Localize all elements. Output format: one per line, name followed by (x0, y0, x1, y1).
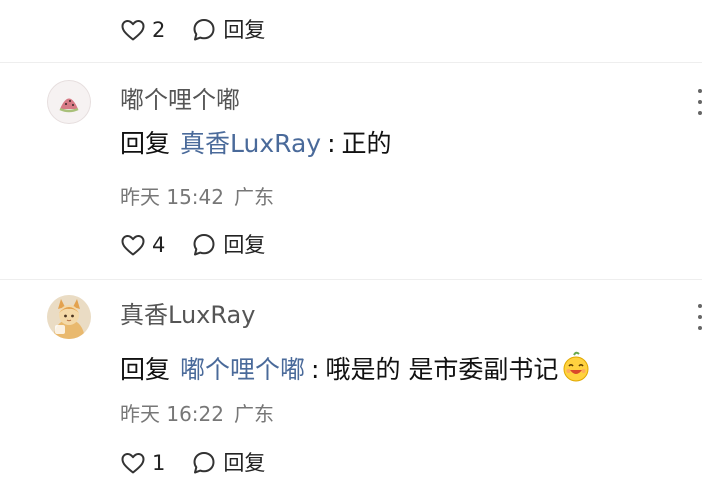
comment-actions: 4 回复 (120, 229, 265, 261)
divider (0, 62, 702, 63)
avatar[interactable] (47, 80, 91, 124)
speech-bubble-icon (191, 232, 217, 258)
reply-button[interactable]: 回复 (191, 450, 265, 476)
more-vertical-icon[interactable] (688, 89, 702, 115)
heart-icon (120, 233, 146, 257)
comment-body: 正的 (341, 129, 392, 158)
separator: : (327, 129, 336, 158)
comment-meta: 昨天 16:22 广东 (120, 404, 274, 424)
divider (0, 279, 702, 280)
comment-actions: 1 回复 (120, 447, 265, 479)
reply-button[interactable]: 回复 (191, 232, 265, 258)
avatar[interactable] (47, 295, 91, 339)
comment-location: 广东 (234, 402, 274, 426)
reply-prefix: 回复 (120, 129, 171, 158)
speech-bubble-icon (191, 17, 217, 43)
reply-label: 回复 (223, 232, 266, 257)
reply-target-user[interactable]: 嘟个哩个嘟 (180, 357, 305, 382)
comment-text: 回复 嘟个哩个嘟 : 哦是的 是市委副书记 (120, 351, 592, 387)
username[interactable]: 嘟个哩个嘟 (120, 88, 240, 112)
comment-meta: 昨天 15:42 广东 (120, 187, 274, 207)
laughing-emoji-icon (560, 351, 592, 387)
like-count: 2 (152, 17, 166, 42)
comment-time: 昨天 16:22 (120, 402, 224, 426)
comment-actions: 2 回复 (120, 14, 265, 46)
reply-prefix: 回复 (120, 354, 171, 384)
comment-body: 哦是的 是市委副书记 (325, 354, 559, 384)
username[interactable]: 真香LuxRay (120, 303, 255, 327)
like-button[interactable]: 1 (120, 451, 165, 475)
reply-target-user[interactable]: 真香LuxRay (180, 131, 321, 156)
reply-label: 回复 (223, 17, 266, 42)
reply-label: 回复 (223, 450, 266, 475)
comment-text: 回复 真香LuxRay : 正的 (120, 131, 392, 156)
comment-time: 昨天 15:42 (120, 185, 224, 209)
heart-icon (120, 18, 146, 42)
heart-icon (120, 451, 146, 475)
like-count: 4 (152, 232, 166, 257)
like-button[interactable]: 2 (120, 18, 165, 42)
comment-location: 广东 (234, 185, 274, 209)
reply-button[interactable]: 回复 (191, 17, 265, 43)
more-vertical-icon[interactable] (688, 304, 702, 330)
like-count: 1 (152, 450, 166, 475)
separator: : (311, 354, 320, 384)
speech-bubble-icon (191, 450, 217, 476)
like-button[interactable]: 4 (120, 233, 165, 257)
